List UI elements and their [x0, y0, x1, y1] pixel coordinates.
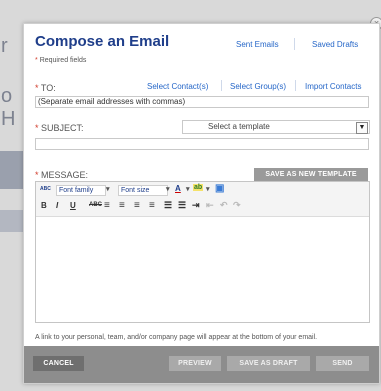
- dialog-title: Compose an Email: [35, 33, 170, 50]
- justify-icon[interactable]: ≡: [149, 200, 155, 211]
- font-family-select[interactable]: Font family: [56, 185, 106, 196]
- template-select-value: Select a template: [208, 122, 270, 131]
- select-contacts-link[interactable]: Select Contact(s): [147, 82, 208, 91]
- subject-label: * SUBJECT:: [35, 123, 84, 133]
- bold-icon[interactable]: B: [41, 201, 47, 210]
- message-editor[interactable]: ABC Font family ▾ Font size ▾ A ▾ ab ▾ ▣…: [35, 181, 370, 323]
- chevron-down-icon[interactable]: ▾: [186, 185, 190, 193]
- required-note-text: Required fields: [39, 57, 87, 64]
- backdrop-letter: H: [1, 108, 16, 130]
- spellcheck-icon[interactable]: ABC: [40, 186, 51, 192]
- tab-saved-drafts[interactable]: Saved Drafts: [312, 40, 358, 49]
- chevron-down-icon[interactable]: ▾: [106, 185, 110, 193]
- underline-icon[interactable]: U: [70, 201, 76, 210]
- numbered-list-icon[interactable]: ☰: [178, 200, 186, 211]
- link-divider: [295, 80, 296, 91]
- dialog-footer: CANCEL PREVIEW SAVE AS DRAFT SEND: [24, 346, 379, 383]
- save-as-draft-button[interactable]: SAVE AS DRAFT: [227, 356, 310, 371]
- import-contacts-link[interactable]: Import Contacts: [305, 82, 361, 91]
- insert-image-icon[interactable]: ▣: [215, 183, 224, 194]
- chevron-down-icon[interactable]: ▾: [206, 185, 210, 193]
- strikethrough-icon[interactable]: ABC: [89, 202, 102, 208]
- select-groups-link[interactable]: Select Group(s): [230, 82, 286, 91]
- compose-email-dialog: Compose an Email * Required fields Sent …: [23, 23, 380, 384]
- undo-icon[interactable]: ↶: [220, 200, 228, 211]
- required-fields-note: * Required fields: [35, 57, 86, 64]
- align-center-icon[interactable]: ≡: [119, 200, 125, 211]
- tab-divider: [294, 38, 295, 50]
- text-color-icon[interactable]: A: [175, 184, 181, 193]
- to-label-text: TO:: [40, 83, 56, 93]
- align-left-icon[interactable]: ≡: [104, 200, 110, 211]
- required-marker: *: [35, 170, 39, 180]
- link-divider: [221, 80, 222, 91]
- bullet-list-icon[interactable]: ☰: [164, 200, 172, 211]
- font-size-value: Font size: [121, 187, 150, 194]
- subject-input[interactable]: [35, 138, 369, 150]
- redo-icon[interactable]: ↷: [233, 200, 241, 211]
- indent-icon[interactable]: ⇥: [192, 200, 200, 211]
- highlight-color-icon[interactable]: ab: [193, 184, 204, 191]
- required-marker: *: [35, 57, 38, 64]
- footer-note: A link to your personal, team, and/or co…: [35, 334, 318, 341]
- to-label: * TO:: [35, 83, 56, 93]
- template-select[interactable]: Select a template ▼: [182, 120, 370, 134]
- send-button[interactable]: SEND: [316, 356, 369, 371]
- tab-sent-emails[interactable]: Sent Emails: [236, 40, 279, 49]
- dropdown-arrow-icon[interactable]: ▼: [356, 122, 368, 134]
- message-label: * MESSAGE:: [35, 170, 88, 180]
- preview-button[interactable]: PREVIEW: [169, 356, 221, 371]
- required-marker: *: [35, 83, 39, 93]
- cancel-button[interactable]: CANCEL: [33, 356, 84, 371]
- required-marker: *: [35, 123, 39, 133]
- outdent-icon[interactable]: ⇤: [206, 200, 214, 211]
- save-as-new-template-button[interactable]: SAVE AS NEW TEMPLATE: [254, 168, 368, 181]
- font-size-select[interactable]: Font size: [118, 185, 168, 196]
- font-family-value: Font family: [59, 187, 94, 194]
- subject-label-text: SUBJECT:: [41, 123, 84, 133]
- italic-icon[interactable]: I: [56, 201, 58, 210]
- backdrop-band: [0, 151, 24, 189]
- message-label-text: MESSAGE:: [41, 170, 89, 180]
- align-right-icon[interactable]: ≡: [134, 200, 140, 211]
- to-input[interactable]: (Separate email addresses with commas): [35, 96, 369, 108]
- backdrop-letter: r: [1, 35, 8, 57]
- chevron-down-icon[interactable]: ▾: [166, 185, 170, 193]
- editor-toolbar: ABC Font family ▾ Font size ▾ A ▾ ab ▾ ▣…: [36, 182, 369, 217]
- backdrop-letter: o: [1, 85, 13, 107]
- backdrop-band: [0, 210, 24, 232]
